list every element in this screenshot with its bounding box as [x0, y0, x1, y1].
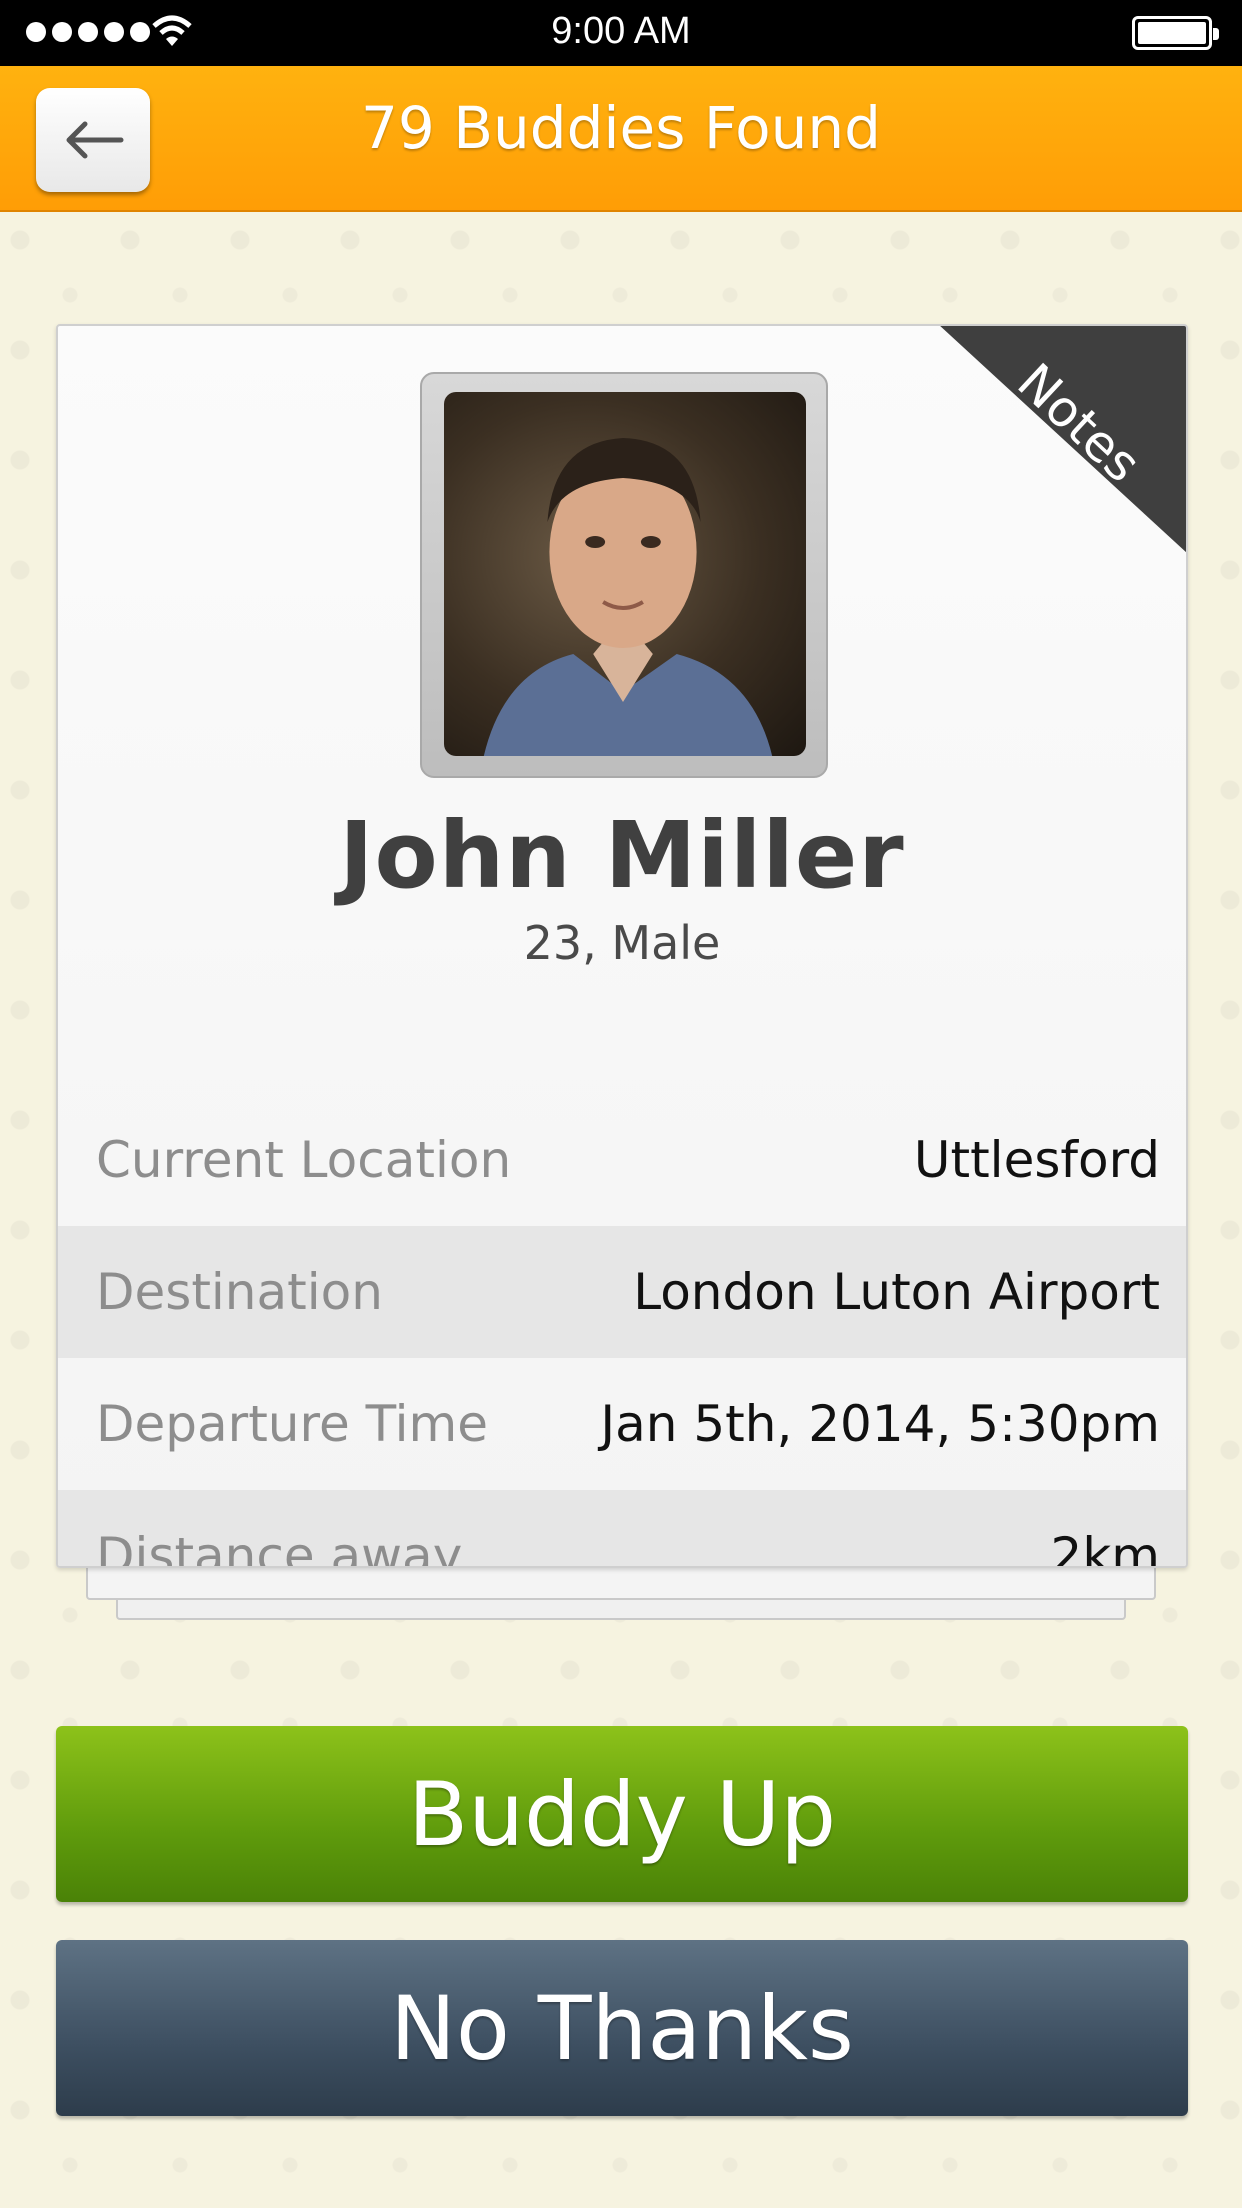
avatar — [420, 372, 828, 778]
back-arrow-icon — [66, 121, 124, 159]
info-value: Uttlesford — [913, 1131, 1160, 1189]
info-value: London Luton Airport — [633, 1263, 1160, 1321]
info-label: Distance away — [96, 1527, 463, 1568]
info-label: Departure Time — [96, 1395, 488, 1453]
info-value: Jan 5th, 2014, 5:30pm — [600, 1395, 1160, 1453]
info-label: Current Location — [96, 1131, 512, 1189]
info-row-current-location: Current Location Uttlesford — [58, 1094, 1186, 1226]
buddy-card[interactable]: Notes John Miller 23, Male Current Locat… — [56, 324, 1188, 1568]
no-thanks-button[interactable]: No Thanks — [56, 1940, 1188, 2116]
info-label: Destination — [96, 1263, 383, 1321]
notes-ribbon[interactable]: Notes — [938, 326, 1186, 554]
status-time: 9:00 AM — [551, 10, 691, 52]
nav-bar: 79 Buddies Found — [0, 66, 1242, 212]
battery-icon — [1132, 16, 1219, 50]
info-row-departure-time: Departure Time Jan 5th, 2014, 5:30pm — [58, 1358, 1186, 1490]
back-button[interactable] — [36, 88, 150, 192]
status-bar: 9:00 AM — [0, 0, 1242, 66]
info-row-distance: Distance away 2km — [58, 1490, 1186, 1568]
info-value: 2km — [1050, 1527, 1160, 1568]
buddy-up-button[interactable]: Buddy Up — [56, 1726, 1188, 1902]
buddy-age-gender: 23, Male — [523, 916, 721, 970]
info-row-destination: Destination London Luton Airport — [58, 1226, 1186, 1358]
page-title: 79 Buddies Found — [361, 94, 881, 162]
buddy-name: John Miller — [339, 802, 905, 909]
